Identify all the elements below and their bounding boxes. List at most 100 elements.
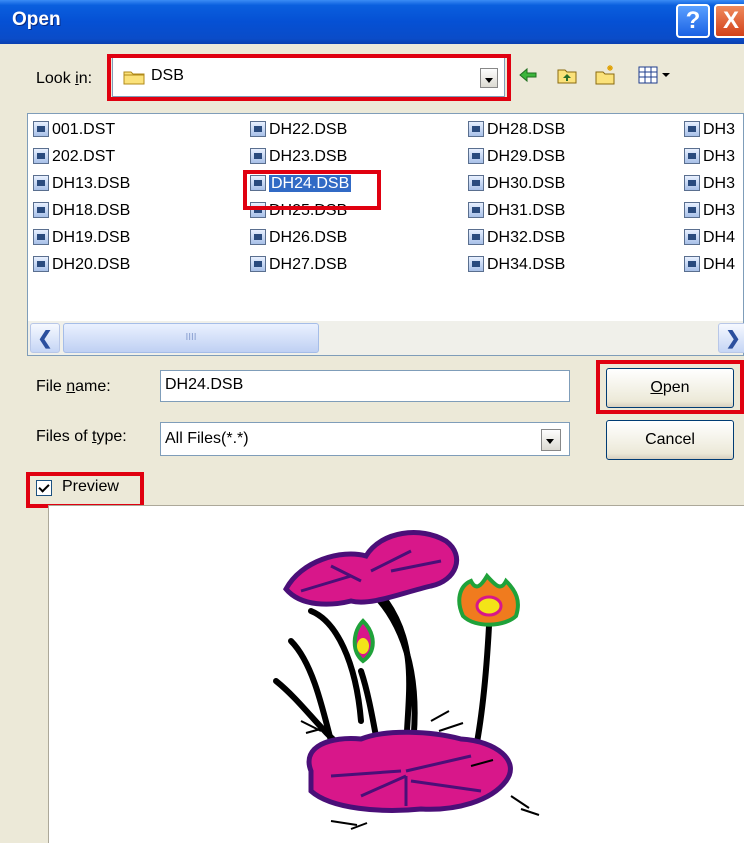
- file-name: DH23.DSB: [269, 148, 348, 165]
- file-name: DH30.DSB: [487, 175, 566, 192]
- file-item[interactable]: DH3: [684, 146, 735, 168]
- file-item[interactable]: DH22.DSB: [250, 119, 347, 141]
- cancel-button[interactable]: Cancel: [606, 420, 734, 460]
- file-name: DH25.DSB: [269, 202, 348, 219]
- embroidery-preview-image: [273, 530, 540, 830]
- file-icon: [684, 175, 700, 191]
- file-icon: [33, 175, 49, 191]
- file-item[interactable]: DH19.DSB: [33, 227, 130, 249]
- preview-pane: [48, 505, 744, 843]
- look-in-combo[interactable]: DSB: [112, 57, 505, 97]
- file-item[interactable]: DH24.DSB: [250, 173, 352, 195]
- file-item[interactable]: DH23.DSB: [250, 146, 347, 168]
- file-icon: [33, 121, 49, 137]
- file-icon: [468, 229, 484, 245]
- file-name: DH4: [703, 229, 736, 246]
- file-icon: [684, 148, 700, 164]
- files-of-type-dropdown-button[interactable]: [541, 429, 561, 451]
- file-name: DH3: [703, 202, 736, 219]
- file-item[interactable]: DH4: [684, 227, 735, 249]
- file-icon: [468, 202, 484, 218]
- file-item[interactable]: 202.DST: [33, 146, 115, 168]
- file-item[interactable]: DH26.DSB: [250, 227, 347, 249]
- file-icon: [684, 202, 700, 218]
- file-icon: [250, 256, 266, 272]
- file-icon: [468, 175, 484, 191]
- file-name: DH31.DSB: [487, 202, 566, 219]
- file-item[interactable]: DH3: [684, 173, 735, 195]
- file-icon: [250, 202, 266, 218]
- file-icon: [684, 121, 700, 137]
- file-item[interactable]: DH34.DSB: [468, 254, 565, 276]
- horizontal-scrollbar[interactable]: ❮ IIII ❯: [28, 321, 744, 355]
- file-name: DH20.DSB: [52, 256, 131, 273]
- file-name: DH32.DSB: [487, 229, 566, 246]
- file-item[interactable]: DH29.DSB: [468, 146, 565, 168]
- file-item[interactable]: DH13.DSB: [33, 173, 130, 195]
- file-name-input[interactable]: DH24.DSB: [160, 370, 570, 402]
- open-button[interactable]: Open: [606, 368, 734, 408]
- file-item[interactable]: DH18.DSB: [33, 200, 130, 222]
- look-in-value: DSB: [151, 67, 184, 84]
- file-item[interactable]: DH28.DSB: [468, 119, 565, 141]
- look-in-dropdown-button[interactable]: [480, 68, 498, 88]
- close-button[interactable]: X: [714, 4, 744, 38]
- new-folder-icon[interactable]: [594, 64, 616, 86]
- back-icon[interactable]: [517, 64, 539, 86]
- file-icon: [33, 202, 49, 218]
- preview-label: Preview: [62, 478, 119, 495]
- file-icon: [33, 256, 49, 272]
- file-name: DH3: [703, 175, 736, 192]
- files-of-type-combo[interactable]: All Files(*.*): [160, 422, 570, 456]
- file-item[interactable]: DH20.DSB: [33, 254, 130, 276]
- files-of-type-value: All Files(*.*): [165, 430, 249, 447]
- file-icon: [684, 229, 700, 245]
- file-item[interactable]: DH30.DSB: [468, 173, 565, 195]
- file-name: 001.DST: [52, 121, 116, 138]
- file-name: DH18.DSB: [52, 202, 131, 219]
- help-button[interactable]: ?: [676, 4, 710, 38]
- title-bar[interactable]: Open ? X: [0, 0, 744, 44]
- file-name: DH34.DSB: [487, 256, 566, 273]
- scroll-right-icon[interactable]: ❯: [718, 323, 744, 353]
- file-name: DH29.DSB: [487, 148, 566, 165]
- file-name: DH28.DSB: [487, 121, 566, 138]
- file-item[interactable]: DH31.DSB: [468, 200, 565, 222]
- file-item[interactable]: DH4: [684, 254, 735, 276]
- file-name: DH4: [703, 256, 736, 273]
- up-folder-icon[interactable]: [556, 64, 578, 86]
- file-name: DH27.DSB: [269, 256, 348, 273]
- file-name: DH3: [703, 148, 736, 165]
- view-menu-icon[interactable]: [637, 64, 673, 86]
- file-item[interactable]: 001.DST: [33, 119, 115, 141]
- dialog-title: Open: [12, 9, 61, 30]
- look-in-label: Look in:: [36, 70, 93, 87]
- file-icon: [33, 229, 49, 245]
- file-name: DH24.DSB: [269, 175, 352, 192]
- file-item[interactable]: DH3: [684, 200, 735, 222]
- file-icon: [468, 121, 484, 137]
- file-item[interactable]: DH32.DSB: [468, 227, 565, 249]
- folder-icon: [123, 71, 145, 85]
- files-of-type-label: Files of type:: [36, 428, 127, 445]
- file-list[interactable]: 001.DST 202.DST DH13.DSB DH18.DSB DH19.DSB DH…: [27, 113, 744, 356]
- scroll-left-icon[interactable]: ❮: [30, 323, 60, 353]
- file-icon: [250, 148, 266, 164]
- file-name: DH13.DSB: [52, 175, 131, 192]
- file-name: DH22.DSB: [269, 121, 348, 138]
- file-icon: [250, 229, 266, 245]
- file-name: DH26.DSB: [269, 229, 348, 246]
- open-dialog: Open ? X Look in: DSB 001.DST 202.DST DH13…: [0, 0, 744, 843]
- file-item[interactable]: DH3: [684, 119, 735, 141]
- file-icon: [250, 121, 266, 137]
- scroll-thumb[interactable]: IIII: [63, 323, 319, 353]
- file-icon: [33, 148, 49, 164]
- file-icon: [468, 148, 484, 164]
- file-item[interactable]: DH25.DSB: [250, 200, 347, 222]
- preview-checkbox[interactable]: [36, 480, 52, 496]
- file-name: DH19.DSB: [52, 229, 131, 246]
- file-icon: [684, 256, 700, 272]
- file-icon: [250, 175, 266, 191]
- file-item[interactable]: DH27.DSB: [250, 254, 347, 276]
- file-name-label: File name:: [36, 378, 111, 395]
